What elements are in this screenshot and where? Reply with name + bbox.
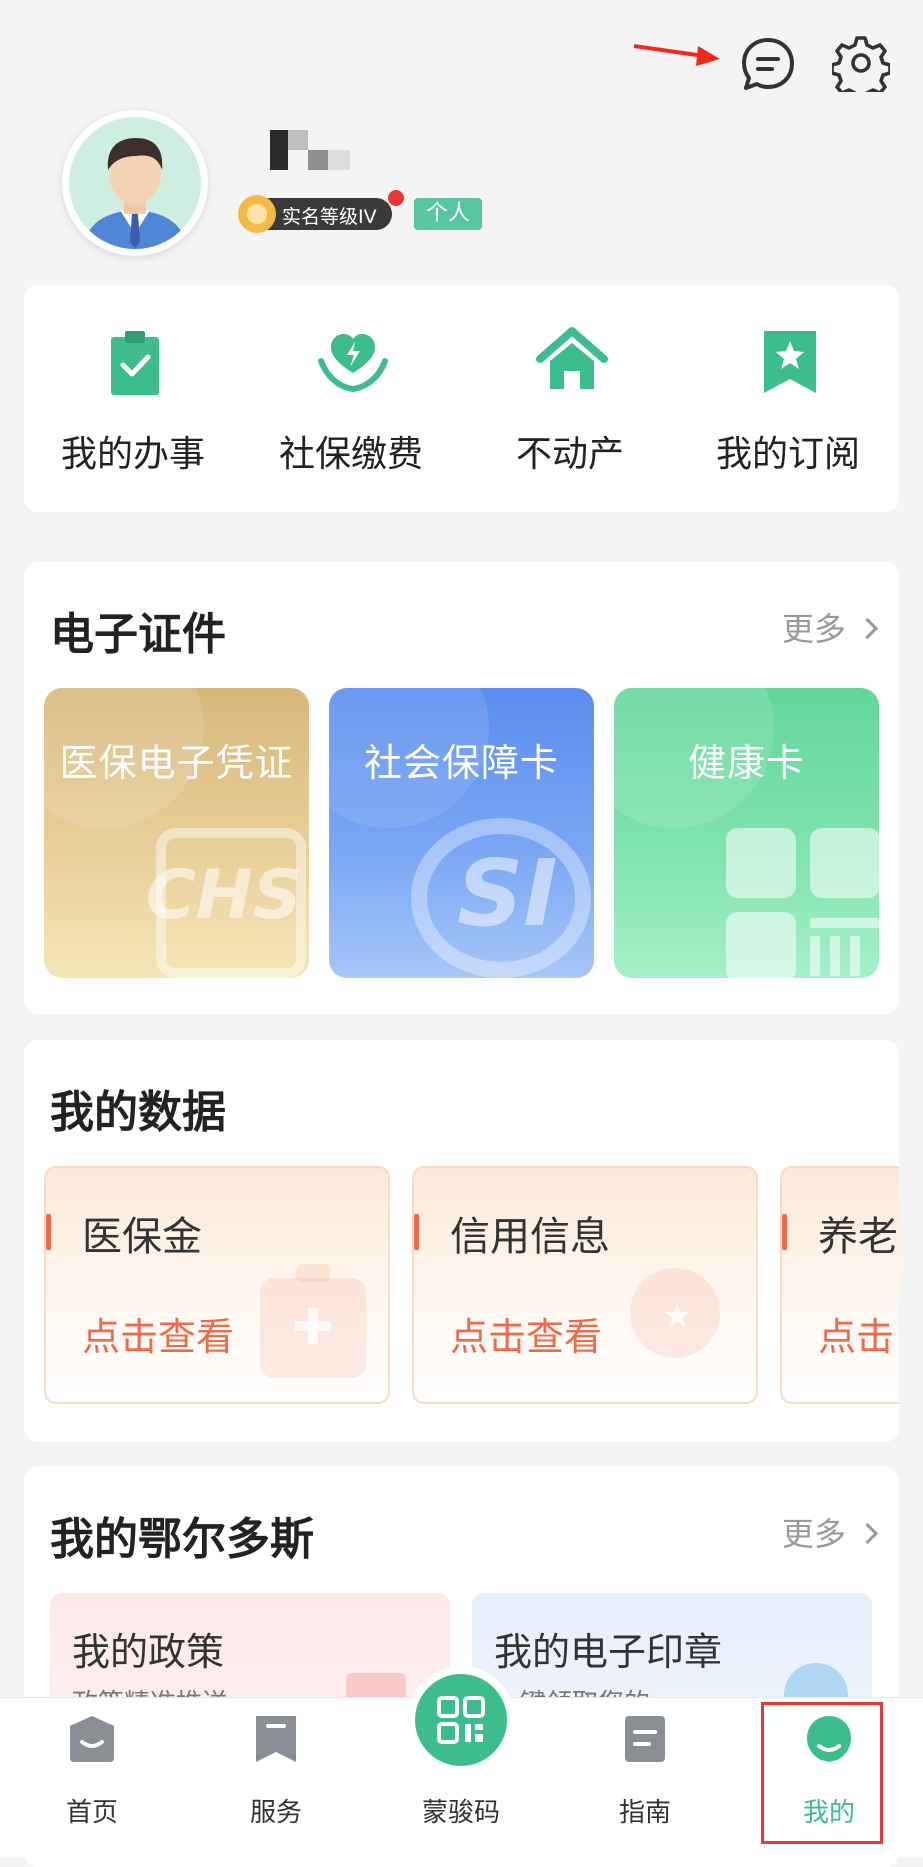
house-icon — [536, 327, 608, 389]
data-card-view-link[interactable]: 点击查看 — [82, 1306, 234, 1361]
message-icon[interactable] — [740, 36, 796, 92]
medical-kit-icon — [260, 1264, 366, 1378]
section-title: 电子证件 — [50, 609, 226, 660]
ecerts-more-link[interactable]: 更多 — [782, 604, 879, 650]
account-type-label: 个人 — [425, 201, 470, 226]
verify-badge-label: 实名等级IV — [282, 206, 377, 228]
username-masked — [270, 130, 352, 170]
quick-action-real-estate[interactable]: 不动产 — [461, 285, 679, 515]
ecerts-section: 电子证件 更多 CHS 医保电子凭证 SI 社会保障卡 健康卡 — [24, 562, 899, 1014]
clipboard-check-icon — [111, 331, 159, 395]
ecert-label: 社会保障卡 — [363, 741, 559, 785]
quick-action-my-affairs[interactable]: 我的办事 — [24, 285, 242, 515]
ecert-card-medical-insurance[interactable]: CHS 医保电子凭证 — [44, 688, 309, 978]
data-card-credit-info[interactable]: 信用信息 点击查看 ★ — [412, 1166, 758, 1404]
data-card-label: 医保金 — [82, 1214, 202, 1260]
ecert-label: 健康卡 — [687, 741, 805, 785]
home-icon — [70, 1716, 114, 1762]
ordos-card-label: 我的政策 — [72, 1630, 225, 1674]
data-card-label: 养老 — [818, 1214, 898, 1260]
heart-hands-icon — [318, 334, 388, 393]
verify-badge-medal-icon — [238, 195, 276, 233]
chevron-right-icon — [856, 617, 879, 640]
settings-gear-icon[interactable] — [832, 34, 890, 92]
tab-label: 指南 — [618, 1798, 671, 1828]
notification-dot — [388, 190, 404, 206]
ecert-card-social-security[interactable]: SI 社会保障卡 — [329, 688, 594, 978]
quick-action-label: 我的办事 — [60, 434, 205, 475]
tab-home[interactable]: 首页 — [32, 1712, 152, 1842]
si-watermark-icon: SI — [411, 818, 594, 978]
bookmark-icon — [256, 1716, 296, 1762]
ordos-more-link[interactable]: 更多 — [782, 1509, 879, 1555]
quick-action-label: 社保缴费 — [278, 434, 423, 475]
data-card-view-link[interactable]: 点击 — [818, 1306, 894, 1361]
award-ribbon-icon: ★ — [630, 1268, 730, 1378]
tab-qr-code[interactable]: 蒙骏码 — [401, 1666, 521, 1842]
guide-icon — [625, 1716, 665, 1762]
account-type-tag: 个人 — [414, 198, 482, 230]
quick-action-subscriptions[interactable]: 我的订阅 — [679, 285, 897, 515]
ecert-card-health[interactable]: 健康卡 — [614, 688, 879, 978]
tab-label: 我的 — [802, 1798, 855, 1828]
quick-action-social-insurance[interactable]: 社保缴费 — [242, 285, 460, 515]
verify-badge[interactable]: 实名等级IV — [238, 195, 392, 233]
qr-code-button[interactable] — [407, 1666, 515, 1774]
tab-services[interactable]: 服务 — [216, 1712, 336, 1842]
qr-code-icon — [437, 1696, 485, 1744]
chs-watermark-icon: CHS — [146, 828, 309, 978]
profile-icon — [807, 1716, 851, 1762]
ordos-card-label: 我的电子印章 — [494, 1630, 723, 1674]
header: 实名等级IV 个人 — [0, 0, 923, 270]
quick-action-label: 我的订阅 — [715, 434, 860, 475]
tab-mine[interactable]: 我的 — [769, 1712, 889, 1842]
data-card-view-link[interactable]: 点击查看 — [450, 1306, 602, 1361]
bookmark-star-icon — [764, 331, 816, 393]
data-card-label: 信用信息 — [450, 1214, 610, 1260]
quick-actions-card: 我的办事 社保缴费 不动产 我的订阅 — [24, 285, 899, 512]
avatar[interactable] — [62, 110, 208, 256]
avatar-person-icon — [69, 117, 201, 249]
data-card-pension[interactable]: 养老 点击 — [780, 1166, 899, 1404]
section-title: 我的鄂尔多斯 — [50, 1514, 314, 1565]
mydata-section: 我的数据 医保金 点击查看 信用信息 点击查看 ★ 养老 点击 — [24, 1040, 899, 1442]
health-qr-watermark-icon — [726, 828, 879, 978]
section-title: 我的数据 — [50, 1087, 226, 1138]
tab-label: 首页 — [65, 1798, 118, 1828]
annotation-arrow — [633, 44, 720, 66]
bottom-tab-bar: 首页 服务 蒙骏码 指南 我的 — [0, 1666, 923, 1857]
tab-label: 服务 — [249, 1798, 302, 1828]
tab-guide[interactable]: 指南 — [585, 1712, 705, 1842]
chevron-right-icon — [856, 1522, 879, 1545]
tab-label: 蒙骏码 — [421, 1798, 500, 1828]
ecert-label: 医保电子凭证 — [59, 741, 294, 785]
data-card-medical-fund[interactable]: 医保金 点击查看 — [44, 1166, 390, 1404]
quick-action-label: 不动产 — [515, 434, 624, 475]
